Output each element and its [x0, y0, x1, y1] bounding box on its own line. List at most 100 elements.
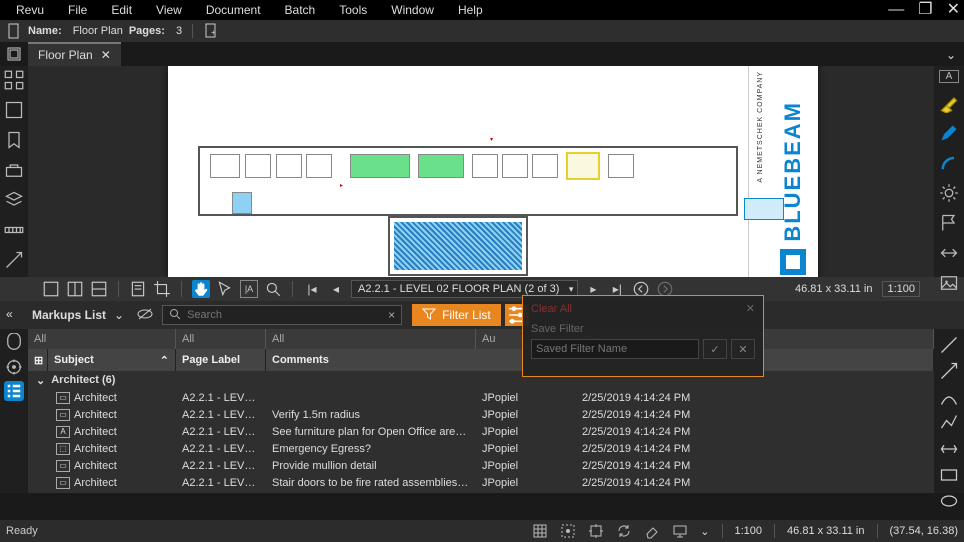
markups-menu-icon[interactable]: ⌄	[110, 308, 128, 322]
rectangle-tool-icon[interactable]	[939, 465, 959, 485]
split-vertical-icon[interactable]	[66, 280, 84, 298]
comment-cell: Emergency Egress?	[266, 443, 476, 455]
prev-page-icon[interactable]: ◂	[327, 280, 345, 298]
filter-all-page[interactable]: All	[176, 329, 266, 349]
markups-header: « Markups List ⌄ × Filter List	[0, 301, 964, 329]
group-architect[interactable]: ⌄Architect (6)	[28, 371, 934, 389]
menu-document[interactable]: Document	[194, 1, 273, 19]
snap-icon[interactable]	[560, 523, 576, 539]
status-menu-icon[interactable]: ⌄	[700, 525, 709, 538]
split-none-icon[interactable]	[42, 280, 60, 298]
document-info-bar: Name: Floor Plan Pages: 3 +	[0, 20, 964, 42]
markups-side-rail	[0, 329, 28, 493]
image-tool-icon[interactable]	[939, 273, 959, 293]
date-cell: 2/25/2019 4:14:24 PM	[576, 392, 736, 404]
zoom-tool-icon[interactable]	[264, 280, 282, 298]
page-cell: A2.2.1 - LEVEL 02 F...	[176, 460, 266, 472]
menubar: Revu File Edit View Document Batch Tools…	[0, 0, 964, 20]
ruler-icon[interactable]	[4, 220, 24, 240]
cancel-filter-icon[interactable]: ✕	[731, 339, 755, 359]
search-box[interactable]: ×	[162, 305, 402, 325]
eraser-icon[interactable]	[644, 523, 660, 539]
bookmarks-icon[interactable]	[4, 130, 24, 150]
search-input[interactable]	[187, 309, 382, 321]
table-row[interactable]: AArchitectA2.2.1 - LEVEL 02 F...See furn…	[28, 423, 934, 440]
thumbnails-icon[interactable]	[4, 100, 24, 120]
menu-file[interactable]: File	[56, 1, 99, 19]
group-area-measurement[interactable]: ⌄Area Measurement (9)	[28, 491, 934, 493]
dimension-tool-icon[interactable]	[939, 439, 959, 459]
bluebeam-logo: BLUEBEAM	[780, 101, 806, 242]
zoom-scale[interactable]: 1:100	[882, 281, 920, 297]
select-tool-icon[interactable]	[216, 280, 234, 298]
snap-object-icon[interactable]	[588, 523, 604, 539]
bluebeam-logo-icon	[780, 249, 806, 275]
menu-revu[interactable]: Revu	[4, 1, 56, 19]
collapse-panel-icon[interactable]: «	[6, 307, 13, 321]
clear-all-button[interactable]: Clear All	[531, 303, 572, 315]
col-page-label[interactable]: Page Label	[176, 349, 266, 371]
filter-name-input[interactable]	[531, 339, 699, 359]
date-cell: 2/25/2019 4:14:24 PM	[576, 409, 736, 421]
new-page-icon[interactable]: +	[203, 23, 219, 39]
filter-list-button[interactable]: Filter List	[412, 304, 501, 326]
flag-icon[interactable]	[939, 213, 959, 233]
first-page-icon[interactable]: |◂	[303, 280, 321, 298]
menu-help[interactable]: Help	[446, 1, 495, 19]
tab-floor-plan[interactable]: Floor Plan ✕	[28, 42, 121, 66]
presentation-icon[interactable]	[672, 523, 688, 539]
tab-overflow-icon[interactable]: ⌄	[946, 48, 956, 62]
text-tool-icon[interactable]: A	[939, 70, 959, 83]
table-row[interactable]: ▭ArchitectA2.2.1 - LEVEL 02 F...Provide …	[28, 457, 934, 474]
clear-search-icon[interactable]: ×	[388, 308, 395, 322]
menu-window[interactable]: Window	[379, 1, 446, 19]
studio-icon[interactable]	[4, 333, 24, 353]
menu-tools[interactable]: Tools	[327, 1, 379, 19]
column-config-icon[interactable]: ⊞	[28, 349, 48, 371]
polyline-tool-icon[interactable]	[939, 413, 959, 433]
layers-icon[interactable]	[4, 190, 24, 210]
arrows-icon[interactable]	[939, 243, 959, 263]
col-subject[interactable]: Subject⌃	[48, 349, 176, 371]
markups-list-icon[interactable]	[4, 381, 24, 401]
shape-tool-icon[interactable]	[939, 153, 959, 173]
highlight-tool-icon[interactable]	[939, 93, 959, 113]
gear-icon[interactable]	[939, 183, 959, 203]
crop-icon[interactable]	[153, 280, 171, 298]
grid-panel-icon[interactable]	[4, 70, 24, 90]
maximize-icon[interactable]: ❐	[918, 2, 932, 18]
hide-markups-icon[interactable]	[128, 307, 162, 324]
table-row[interactable]: ▭ArchitectA2.2.1 - LEVEL 02 F...JPopiel2…	[28, 389, 934, 406]
sync-icon[interactable]	[616, 523, 632, 539]
split-horizontal-icon[interactable]	[90, 280, 108, 298]
filter-all-subject[interactable]: All	[28, 329, 176, 349]
curve-tool-icon[interactable]	[939, 387, 959, 407]
line-tool-icon[interactable]	[939, 335, 959, 355]
menu-view[interactable]: View	[144, 1, 194, 19]
confirm-filter-icon[interactable]: ✓	[703, 339, 727, 359]
pen-tool-icon[interactable]	[939, 123, 959, 143]
close-popup-icon[interactable]: ✕	[746, 302, 755, 315]
arrow-tool-icon[interactable]	[939, 361, 959, 381]
pan-tool-icon[interactable]	[192, 280, 210, 298]
minimize-icon[interactable]: —	[888, 2, 904, 18]
align-icon[interactable]	[129, 280, 147, 298]
document-canvas[interactable]: BLUEBEAM A NEMETSCHEK COMPANY	[28, 66, 934, 277]
table-row[interactable]: ▭ArchitectA2.2.1 - LEVEL 02 F...Stair do…	[28, 474, 934, 491]
grid-toggle-icon[interactable]	[532, 523, 548, 539]
tab-close-icon[interactable]: ✕	[101, 48, 111, 62]
measure-icon[interactable]	[4, 250, 24, 270]
status-scale[interactable]: 1:100	[735, 525, 763, 537]
table-row[interactable]: ⬚ArchitectA2.2.1 - LEVEL 02 F...Emergenc…	[28, 440, 934, 457]
close-window-icon[interactable]: ✕	[947, 2, 960, 18]
markup-type-icon: ▭	[56, 460, 70, 472]
menu-batch[interactable]: Batch	[273, 1, 328, 19]
ellipse-tool-icon[interactable]	[939, 491, 959, 511]
table-row[interactable]: ▭ArchitectA2.2.1 - LEVEL 02 F...Verify 1…	[28, 406, 934, 423]
filter-all-comments[interactable]: All	[266, 329, 476, 349]
properties-icon[interactable]	[4, 357, 24, 377]
menu-edit[interactable]: Edit	[99, 1, 144, 19]
document-icon[interactable]	[6, 46, 22, 62]
text-select-icon[interactable]: |A	[240, 280, 258, 298]
toolbox-icon[interactable]	[4, 160, 24, 180]
